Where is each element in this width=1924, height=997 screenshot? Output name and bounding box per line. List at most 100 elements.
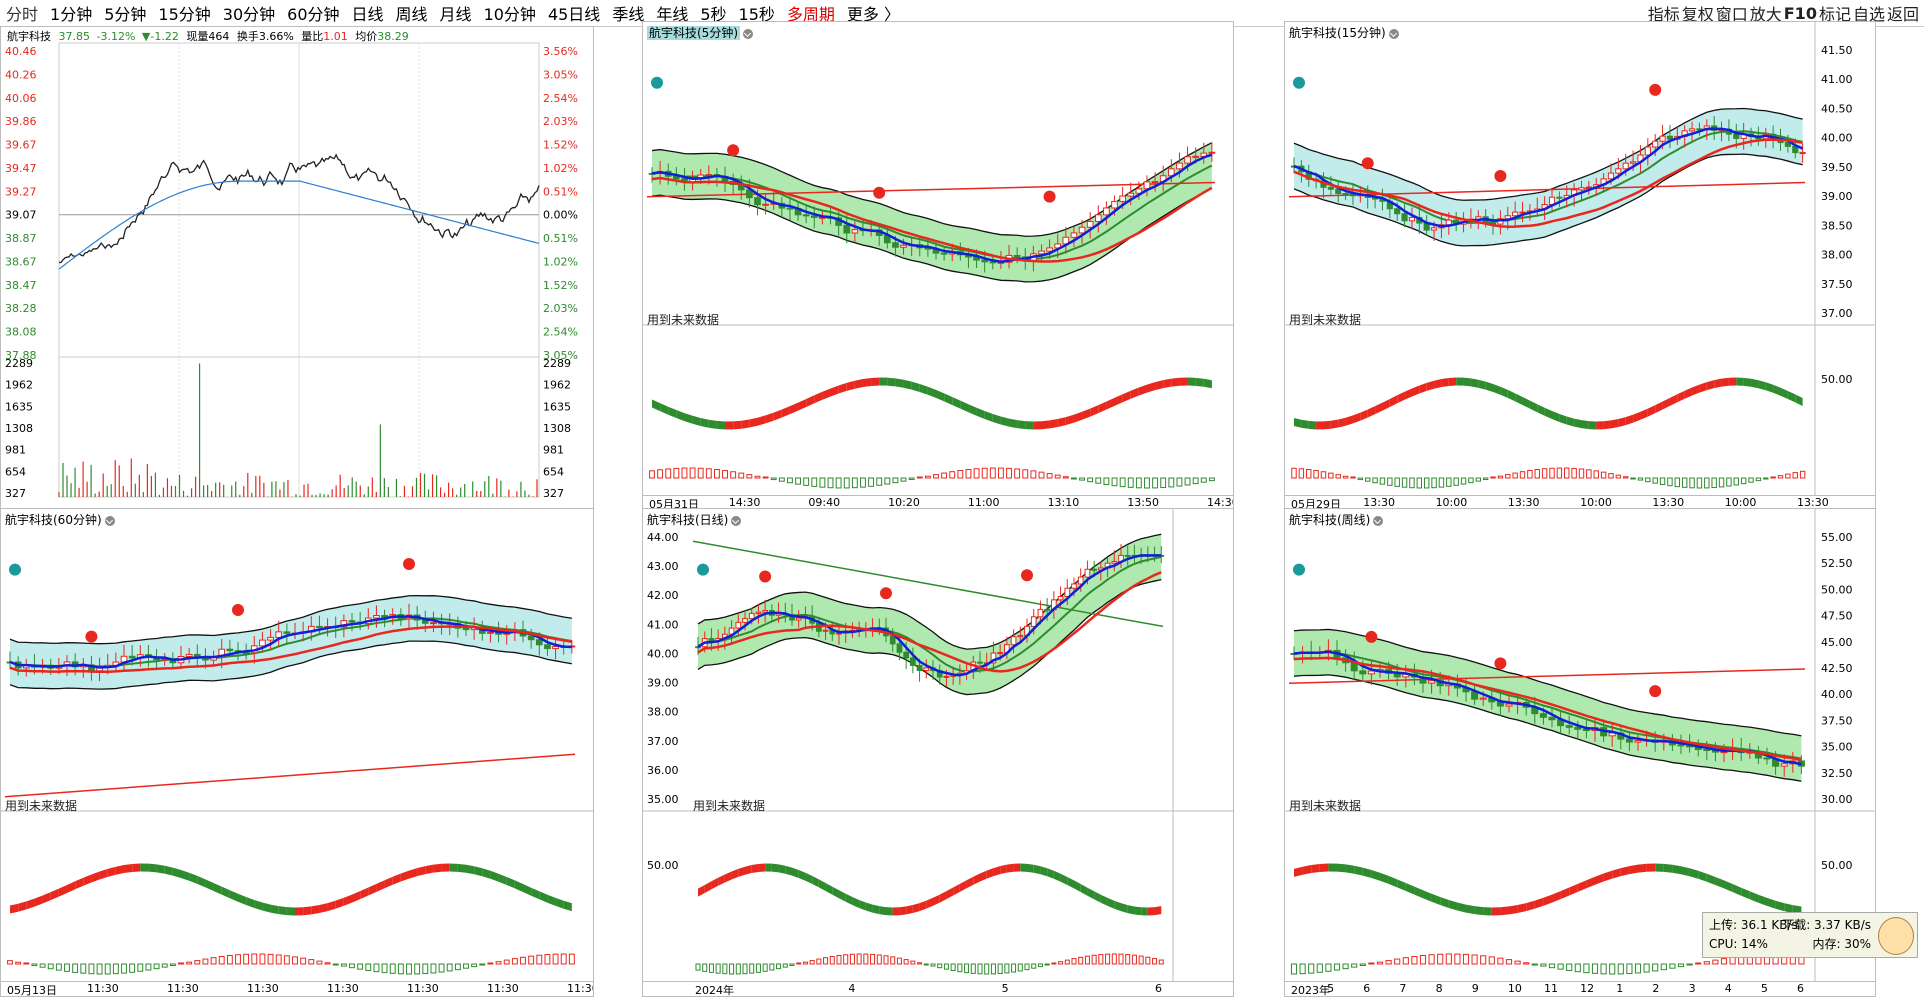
tab-8[interactable]: 月线	[434, 1, 478, 25]
intraday-chart[interactable]: 40.46 3.56% 40.26 3.05% 40.06 2.54% 39.86 2.03%…	[1, 27, 594, 511]
panel-title[interactable]: 航宇科技(60分钟)	[5, 511, 115, 528]
dropdown-icon[interactable]	[1388, 28, 1399, 39]
osc-bar	[1328, 472, 1334, 479]
osc-ribbon	[839, 890, 846, 902]
signal-marker-teal-icon[interactable]	[651, 76, 663, 89]
osc-ribbon	[262, 902, 271, 913]
tab-9[interactable]: 10分钟	[478, 1, 542, 25]
dropdown-icon[interactable]	[104, 515, 115, 526]
signal-marker-teal-icon[interactable]	[1293, 563, 1305, 576]
tab-0[interactable]: 分时	[0, 1, 44, 25]
osc-ribbon	[1389, 395, 1398, 407]
chart-panel-60min[interactable]: 航宇科技(60分钟) 用到未来数据 05月13日 11:30 11:30 11:30 11:…	[0, 508, 594, 997]
osc-bar	[1571, 467, 1577, 479]
tab-7[interactable]: 周线	[390, 1, 434, 25]
chart-panel-5min[interactable]: 航宇科技(5分钟) 用到未来数据 05月31日 14:30 09:40 10:20 11:0…	[642, 21, 1234, 511]
osc-ribbon	[778, 864, 786, 874]
signal-marker-icon[interactable]	[1043, 190, 1056, 203]
osc-ribbon	[1434, 379, 1442, 389]
tab-10[interactable]: 45日线	[542, 1, 606, 25]
signal-marker-icon[interactable]	[1494, 169, 1507, 182]
panel-title[interactable]: 航宇科技(日线)	[647, 511, 742, 528]
date-label: 05月13日	[7, 984, 57, 997]
osc-bar	[965, 468, 972, 479]
osc-bar	[990, 963, 996, 975]
osc-bar	[479, 963, 486, 966]
osc-bar	[1342, 963, 1349, 970]
osc-ribbon	[197, 875, 206, 888]
tab-4[interactable]: 30分钟	[217, 1, 281, 25]
signal-marker-icon[interactable]	[873, 186, 886, 199]
mascot-icon[interactable]	[1878, 917, 1914, 955]
signal-marker-icon[interactable]	[1494, 657, 1507, 670]
osc-bar	[1046, 473, 1053, 479]
signal-marker-icon[interactable]	[1365, 630, 1378, 643]
osc-bar	[454, 963, 461, 971]
osc-bar	[1740, 477, 1747, 485]
osc-bar	[769, 963, 775, 971]
dropdown-icon[interactable]	[731, 515, 742, 526]
signal-marker-icon[interactable]	[1361, 157, 1374, 170]
panel-title[interactable]: 航宇科技(周线)	[1289, 511, 1384, 528]
osc-ribbon	[1743, 377, 1752, 387]
osc-bar	[1409, 477, 1415, 489]
signal-marker-icon[interactable]	[1649, 685, 1662, 698]
dropdown-icon[interactable]	[743, 28, 753, 39]
signal-marker-icon[interactable]	[759, 570, 772, 583]
osc-ribbon	[879, 906, 886, 916]
panel-title[interactable]: 航宇科技(5分钟)	[647, 24, 753, 41]
tab-5[interactable]: 60分钟	[281, 1, 345, 25]
signal-marker-icon[interactable]	[85, 630, 98, 643]
candle-body	[316, 625, 323, 628]
kline-chart[interactable]	[1, 509, 593, 996]
tool-4[interactable]: F10	[1783, 4, 1818, 23]
tab-6[interactable]: 日线	[346, 1, 390, 25]
osc-bar	[422, 963, 429, 975]
y-tick: 30.00	[1821, 793, 1853, 806]
signal-marker-icon[interactable]	[1649, 83, 1662, 96]
osc-ribbon	[1569, 883, 1578, 896]
tab-3[interactable]: 15分钟	[152, 1, 216, 25]
candle-body	[1342, 192, 1349, 195]
osc-bar	[210, 957, 217, 965]
dropdown-icon[interactable]	[1373, 515, 1384, 526]
chart-panel-15min[interactable]: 航宇科技(15分钟) 用到未来数据 41.50 41.00 40.50 40.00 39.5…	[1284, 21, 1876, 511]
signal-marker-icon[interactable]	[232, 603, 244, 616]
signal-marker-teal-icon[interactable]	[9, 563, 21, 576]
osc-ribbon	[818, 879, 826, 891]
y-tick: 36.00	[647, 764, 679, 777]
osc-bar	[1711, 477, 1717, 489]
pct-tick: 1.02%	[543, 162, 578, 175]
osc-bar	[1357, 477, 1364, 481]
osc-ribbon	[1114, 900, 1121, 912]
chart-panel-daily[interactable]: 航宇科技(日线) 用到未来数据 44.00 43.00 42.00 41.00 40.00 3…	[642, 508, 1234, 997]
osc-ribbon	[1640, 408, 1648, 420]
osc-bar	[937, 963, 943, 969]
osc-bar	[1748, 477, 1754, 483]
panel-title[interactable]: 航宇科技(15分钟)	[1289, 24, 1399, 41]
kline-chart[interactable]	[643, 22, 1233, 510]
kline-chart[interactable]: 44.00 43.00 42.00 41.00 40.00 39.00 38.00 37.00…	[643, 509, 1233, 996]
osc-ribbon	[773, 409, 782, 421]
signal-marker-icon[interactable]	[1021, 569, 1033, 582]
osc-ribbon	[1397, 879, 1406, 891]
signal-marker-teal-icon[interactable]	[1293, 76, 1305, 89]
osc-bar	[884, 477, 891, 485]
osc-ribbon	[1663, 863, 1673, 873]
signal-marker-icon[interactable]	[727, 144, 740, 157]
osc-ribbon	[1134, 906, 1142, 916]
osc-bar	[340, 963, 347, 967]
tab-2[interactable]: 5分钟	[98, 1, 152, 25]
osc-ribbon	[733, 420, 742, 430]
network-status-popup[interactable]: 上传: 36.1 KB/s 下载: 3.37 KB/s CPU: 14% 内存: 3…	[1702, 912, 1918, 958]
signal-marker-teal-icon[interactable]	[697, 563, 709, 576]
future-data-label: 用到未来数据	[1289, 799, 1362, 813]
osc-ribbon	[1411, 385, 1420, 397]
tool-7[interactable]: 返回	[1886, 1, 1920, 25]
osc-ribbon	[1090, 405, 1099, 417]
osc-ribbon	[886, 907, 893, 916]
kline-chart[interactable]: 41.50 41.00 40.50 40.00 39.50 39.00 38.50 38.00…	[1285, 22, 1875, 510]
signal-marker-icon[interactable]	[403, 557, 415, 570]
tab-1[interactable]: 1分钟	[44, 1, 98, 25]
signal-marker-icon[interactable]	[880, 587, 892, 600]
